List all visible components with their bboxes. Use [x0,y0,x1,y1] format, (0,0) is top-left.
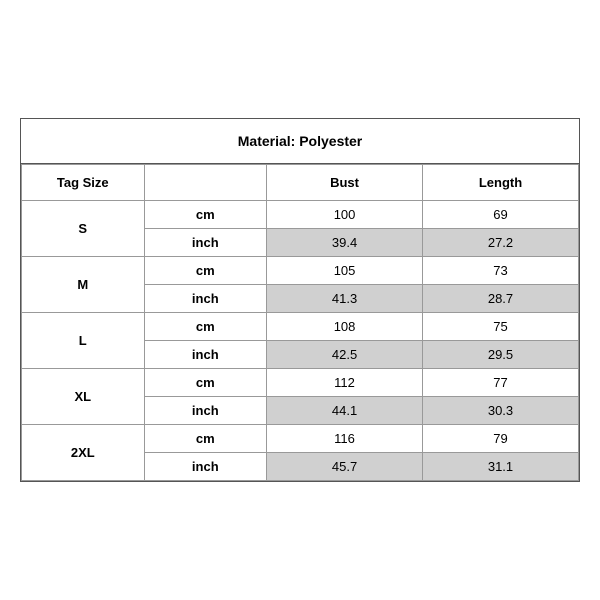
unit-cell-inch: inch [144,341,267,369]
bust-cm: 112 [267,369,423,397]
unit-cell-inch: inch [144,285,267,313]
bust-cm: 108 [267,313,423,341]
unit-cell-cm: cm [144,257,267,285]
length-cm: 69 [423,201,579,229]
length-inch: 30.3 [423,397,579,425]
unit-cell-inch: inch [144,397,267,425]
table-row: 2XLcm11679 [22,425,579,453]
unit-cell-inch: inch [144,453,267,481]
size-cell: S [22,201,145,257]
bust-inch: 39.4 [267,229,423,257]
size-cell: M [22,257,145,313]
header-unit [144,165,267,201]
bust-cm: 105 [267,257,423,285]
bust-inch: 42.5 [267,341,423,369]
bust-cm: 100 [267,201,423,229]
length-cm: 79 [423,425,579,453]
length-cm: 75 [423,313,579,341]
bust-inch: 41.3 [267,285,423,313]
chart-title: Material: Polyester [21,119,579,164]
header-length: Length [423,165,579,201]
size-chart-container: Material: Polyester Tag Size Bust Length… [20,118,580,482]
bust-cm: 116 [267,425,423,453]
unit-cell-cm: cm [144,201,267,229]
table-row: Scm10069 [22,201,579,229]
unit-cell-cm: cm [144,369,267,397]
bust-inch: 45.7 [267,453,423,481]
length-inch: 27.2 [423,229,579,257]
table-row: Mcm10573 [22,257,579,285]
unit-cell-cm: cm [144,313,267,341]
size-table: Tag Size Bust Length Scm10069inch39.427.… [21,164,579,481]
length-inch: 29.5 [423,341,579,369]
size-cell: L [22,313,145,369]
length-inch: 31.1 [423,453,579,481]
header-row: Tag Size Bust Length [22,165,579,201]
unit-cell-inch: inch [144,229,267,257]
header-tag-size: Tag Size [22,165,145,201]
size-cell: XL [22,369,145,425]
unit-cell-cm: cm [144,425,267,453]
table-row: XLcm11277 [22,369,579,397]
bust-inch: 44.1 [267,397,423,425]
length-cm: 73 [423,257,579,285]
length-inch: 28.7 [423,285,579,313]
table-row: Lcm10875 [22,313,579,341]
header-bust: Bust [267,165,423,201]
size-cell: 2XL [22,425,145,481]
length-cm: 77 [423,369,579,397]
